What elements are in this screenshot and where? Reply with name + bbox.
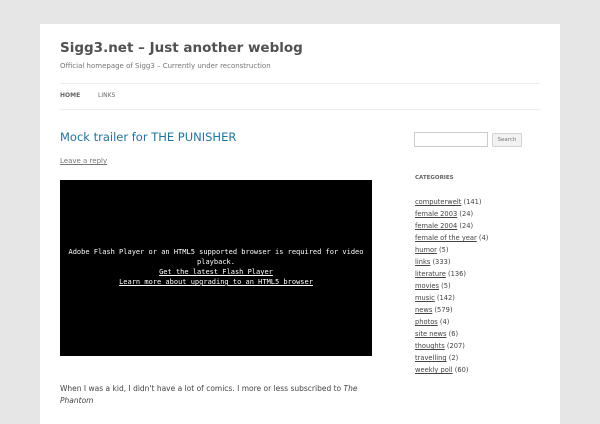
search-input[interactable] (414, 132, 488, 147)
categories-heading: CATEGORIES (415, 175, 454, 181)
list-item: movies (5) (415, 280, 488, 292)
list-item: links (333) (415, 256, 488, 268)
category-link[interactable]: photos (415, 318, 438, 326)
category-count: (5) (438, 246, 449, 254)
list-item: travelling (2) (415, 352, 488, 364)
list-item: music (142) (415, 292, 488, 304)
nav-item-links[interactable]: LINKS (98, 92, 115, 99)
category-link[interactable]: site news (415, 330, 447, 338)
video-fallback-message: Adobe Flash Player or an HTML5 supported… (60, 247, 372, 287)
category-link[interactable]: literature (415, 270, 446, 278)
video-message-line1: Adobe Flash Player or an HTML5 supported… (68, 248, 364, 256)
page-container: Sigg3.net – Just another weblog Official… (40, 24, 560, 424)
html5-browser-link[interactable]: Learn more about upgrading to an HTML5 b… (119, 278, 313, 286)
list-item: news (579) (415, 304, 488, 316)
category-count: (4) (478, 234, 489, 242)
list-item: thoughts (207) (415, 340, 488, 352)
leave-reply-link[interactable]: Leave a reply (60, 157, 107, 165)
get-flash-player-link[interactable]: Get the latest Flash Player (159, 268, 273, 276)
post-title[interactable]: Mock trailer for THE PUNISHER (60, 130, 236, 144)
post-excerpt: When I was a kid, I didn't have a lot of… (60, 383, 380, 407)
site-description: Official homepage of Sigg3 – Currently u… (60, 62, 271, 70)
category-count: (60) (454, 366, 469, 374)
category-link[interactable]: music (415, 294, 435, 302)
category-link[interactable]: female 2004 (415, 222, 457, 230)
excerpt-text: When I was a kid, I didn't have a lot of… (60, 384, 344, 393)
category-count: (24) (459, 222, 474, 230)
category-link[interactable]: movies (415, 282, 439, 290)
search-button[interactable]: Search (492, 133, 522, 147)
list-item: computerwelt (141) (415, 196, 488, 208)
list-item: female 2003 (24) (415, 208, 488, 220)
category-count: (207) (446, 342, 465, 350)
category-count: (6) (448, 330, 459, 338)
category-link[interactable]: female 2003 (415, 210, 457, 218)
category-link[interactable]: female of the year (415, 234, 477, 242)
categories-list: computerwelt (141) female 2003 (24) fema… (415, 196, 488, 376)
main-navigation: HOME LINKS (60, 83, 540, 110)
video-message-line2: playback. (197, 258, 235, 266)
category-link[interactable]: links (415, 258, 430, 266)
list-item: site news (6) (415, 328, 488, 340)
list-item: female of the year (4) (415, 232, 488, 244)
category-link[interactable]: travelling (415, 354, 447, 362)
category-count: (333) (432, 258, 451, 266)
category-link[interactable]: weekly poll (415, 366, 453, 374)
nav-item-home[interactable]: HOME (60, 92, 80, 99)
list-item: literature (136) (415, 268, 488, 280)
list-item: photos (4) (415, 316, 488, 328)
category-count: (579) (434, 306, 453, 314)
list-item: female 2004 (24) (415, 220, 488, 232)
category-link[interactable]: news (415, 306, 432, 314)
site-title[interactable]: Sigg3.net – Just another weblog (60, 40, 303, 56)
category-count: (24) (459, 210, 474, 218)
category-link[interactable]: thoughts (415, 342, 445, 350)
category-count: (141) (463, 198, 482, 206)
category-count: (2) (448, 354, 459, 362)
category-count: (142) (436, 294, 455, 302)
category-count: (4) (439, 318, 450, 326)
list-item: humor (5) (415, 244, 488, 256)
category-link[interactable]: humor (415, 246, 437, 254)
category-count: (136) (448, 270, 467, 278)
category-link[interactable]: computerwelt (415, 198, 461, 206)
category-count: (5) (441, 282, 451, 290)
list-item: weekly poll (60) (415, 364, 488, 376)
video-player[interactable]: Adobe Flash Player or an HTML5 supported… (60, 180, 372, 356)
